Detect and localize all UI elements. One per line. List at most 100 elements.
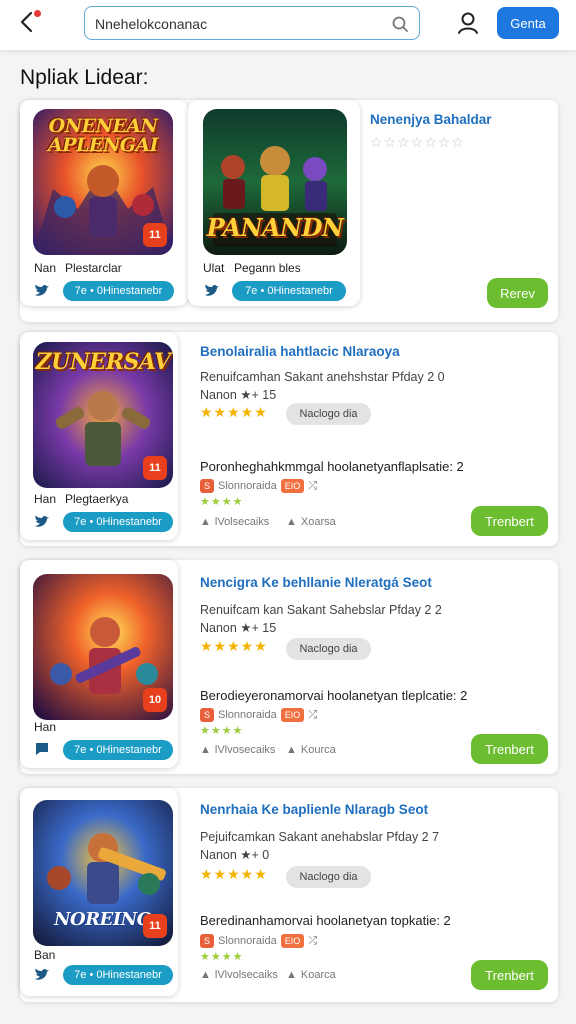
app-header: Genta <box>0 0 576 50</box>
mini-star-rating: ★★★★ <box>200 951 244 963</box>
back-button[interactable] <box>14 8 42 36</box>
category-chip[interactable]: Naclogo dia <box>286 866 371 888</box>
signal-icon: ▲ <box>286 744 297 756</box>
game-action-button[interactable]: Trenbert <box>471 506 548 536</box>
game-thumbnail[interactable]: 10 <box>33 574 173 720</box>
meta-label: Koarca <box>300 969 336 981</box>
meta-label: Xoarsa <box>300 516 336 528</box>
featured-side-rating: ☆☆☆☆☆☆☆ <box>370 134 465 150</box>
notification-dot <box>34 10 41 17</box>
signal-icon: ▲ <box>200 744 211 756</box>
category-chip[interactable]: Naclogo dia <box>286 403 371 425</box>
rating-badge: 11 <box>143 914 167 938</box>
platform-pill[interactable]: 7e • 0Hinestanebr <box>63 281 174 301</box>
game-meta-1: ▲ lVolsecaiks <box>200 516 269 528</box>
star-rating: ★★★★★ <box>200 866 268 882</box>
signal-icon: ▲ <box>286 969 297 981</box>
platform-pill[interactable]: 7e • 0Hinestanebr <box>63 740 173 760</box>
shuffle-icon: ⤮ <box>308 479 318 492</box>
game-tags-row: S Slonnoraida EIO ⤮ <box>200 479 317 493</box>
tag-icon: S <box>200 934 215 948</box>
game-description: Poronheghahkmmgal hoolanetyanflaplsatie:… <box>200 459 464 474</box>
game-description: Berodieyeronamorvai hoolanetyan tleplcat… <box>200 688 468 703</box>
shuffle-icon: ⤮ <box>308 708 318 721</box>
game-thumbnail[interactable]: ONENEAN APLENGAI 11 <box>33 109 173 255</box>
game-art-title: PANANDN <box>206 213 344 242</box>
game-subtitle: Pejuifcamkan Sakant anehabslar Pfday 2 7 <box>200 830 440 844</box>
game-meta-2: ▲ Kourca <box>286 744 336 756</box>
game-rating-count: Nanon ★+ 0 <box>200 848 270 862</box>
category-chip[interactable]: Naclogo dia <box>286 638 371 660</box>
signal-icon: ▲ <box>200 969 211 981</box>
meta-label: lVlvosecaiks <box>214 744 276 756</box>
meta-label: lVolsecaiks <box>214 516 270 528</box>
game-thumbnail[interactable]: NOREINO 11 <box>33 800 173 946</box>
twitter-icon[interactable] <box>34 515 50 529</box>
game-meta-2: ▲ Koarca <box>286 969 336 981</box>
game-meta-2: ▲ Xoarsa <box>286 516 336 528</box>
star-rating: ★★★★★ <box>200 638 268 654</box>
mini-star-rating: ★★★★ <box>200 496 244 508</box>
tag-label: Slonnoraida <box>218 709 277 721</box>
tag-icon: S <box>200 708 215 722</box>
user-icon[interactable] <box>456 10 480 36</box>
game-meta-1: ▲ lVlvosecaiks <box>200 744 275 756</box>
game-thumbnail[interactable]: PANANDN <box>203 109 347 255</box>
meta-label: lVlvolsecaiks <box>214 969 278 981</box>
meta-label: Kourca <box>300 744 336 756</box>
game-rating-count: Nanon ★+ 15 <box>200 621 277 635</box>
game-caption-left: Ban <box>34 948 56 962</box>
twitter-icon[interactable] <box>34 968 50 982</box>
featured-game-card-2[interactable]: PANANDN Ulat Pegann bles 7e • 0Hinestane… <box>188 100 360 306</box>
game-subtitle: Renuifcam kan Sakant Sahebslar Pfday 2 2 <box>200 603 442 617</box>
mini-star-rating: ★★★★ <box>200 725 244 737</box>
section-title: Npliak Lidear: <box>20 66 149 89</box>
game-art-title: ONENEAN APLENGAI <box>47 115 159 156</box>
header-action-button[interactable]: Genta <box>497 7 559 39</box>
tag-badge: EIO <box>280 479 305 493</box>
tag-badge: EIO <box>280 934 305 948</box>
game-thumb-card[interactable]: NOREINO 11 Ban 7e • 0Hinestanebr <box>20 788 178 996</box>
game-caption-left: Han <box>34 492 57 506</box>
chat-icon[interactable] <box>34 742 50 756</box>
rating-badge: 10 <box>143 688 167 712</box>
game-thumb-card[interactable]: 10 Han 7e • 0Hinestanebr <box>20 560 178 768</box>
rating-badge: 11 <box>143 456 167 480</box>
game-title-link[interactable]: Nencigra Ke behllanie Nleratgá Seot <box>200 575 432 590</box>
featured-side-button[interactable]: Rerev <box>487 278 548 308</box>
tag-label: Slonnoraida <box>218 935 277 947</box>
platform-pill[interactable]: 7e • 0Hinestanebr <box>63 512 173 532</box>
game-action-button[interactable]: Trenbert <box>471 960 548 990</box>
twitter-icon[interactable] <box>34 284 50 298</box>
signal-icon: ▲ <box>200 516 211 528</box>
tag-icon: S <box>200 479 215 493</box>
game-meta-1: ▲ lVlvolsecaiks <box>200 969 278 981</box>
game-action-button[interactable]: Trenbert <box>471 734 548 764</box>
shuffle-icon: ⤮ <box>308 934 318 947</box>
search-input[interactable] <box>95 13 375 35</box>
game-tags-row: S Slonnoraida EIO ⤮ <box>200 708 317 722</box>
game-title-link[interactable]: Benolairalia hahtlacic Nlaraoya <box>200 344 400 359</box>
game-caption-right: Plegtaerkya <box>65 492 129 506</box>
tag-badge: EIO <box>280 708 305 722</box>
platform-pill[interactable]: 7e • 0Hinestanebr <box>63 965 173 985</box>
rating-badge: 11 <box>143 223 167 247</box>
game-subtitle: Renuifcamhan Sakant anehshstar Pfday 2 0 <box>200 370 445 384</box>
featured-side-title[interactable]: Nenenjya Bahaldar <box>370 112 492 127</box>
tag-label: Slonnoraida <box>218 480 277 492</box>
platform-pill[interactable]: 7e • 0Hinestanebr <box>232 281 346 301</box>
game-tags-row: S Slonnoraida EIO ⤮ <box>200 934 317 948</box>
game-caption-left: Han <box>34 720 57 734</box>
game-thumb-card[interactable]: ZUNERSAV 11 Han Plegtaerkya 7e • 0Hinest… <box>20 332 178 540</box>
search-bar[interactable] <box>84 6 420 40</box>
game-caption-right: Plestarclar <box>65 261 122 275</box>
game-title-link[interactable]: Nenrhaia Ke baplienle Nlaragb Seot <box>200 802 428 817</box>
search-icon[interactable] <box>391 15 409 33</box>
game-rating-count: Nanon ★+ 15 <box>200 388 277 402</box>
featured-game-card-1[interactable]: ONENEAN APLENGAI 11 Nan Plestarclar 7e •… <box>20 100 188 306</box>
game-caption-left: Nan <box>34 261 57 275</box>
game-thumbnail[interactable]: ZUNERSAV 11 <box>33 342 173 488</box>
signal-icon: ▲ <box>286 516 297 528</box>
twitter-icon[interactable] <box>204 284 220 298</box>
game-art-title: ZUNERSAV <box>35 349 171 375</box>
